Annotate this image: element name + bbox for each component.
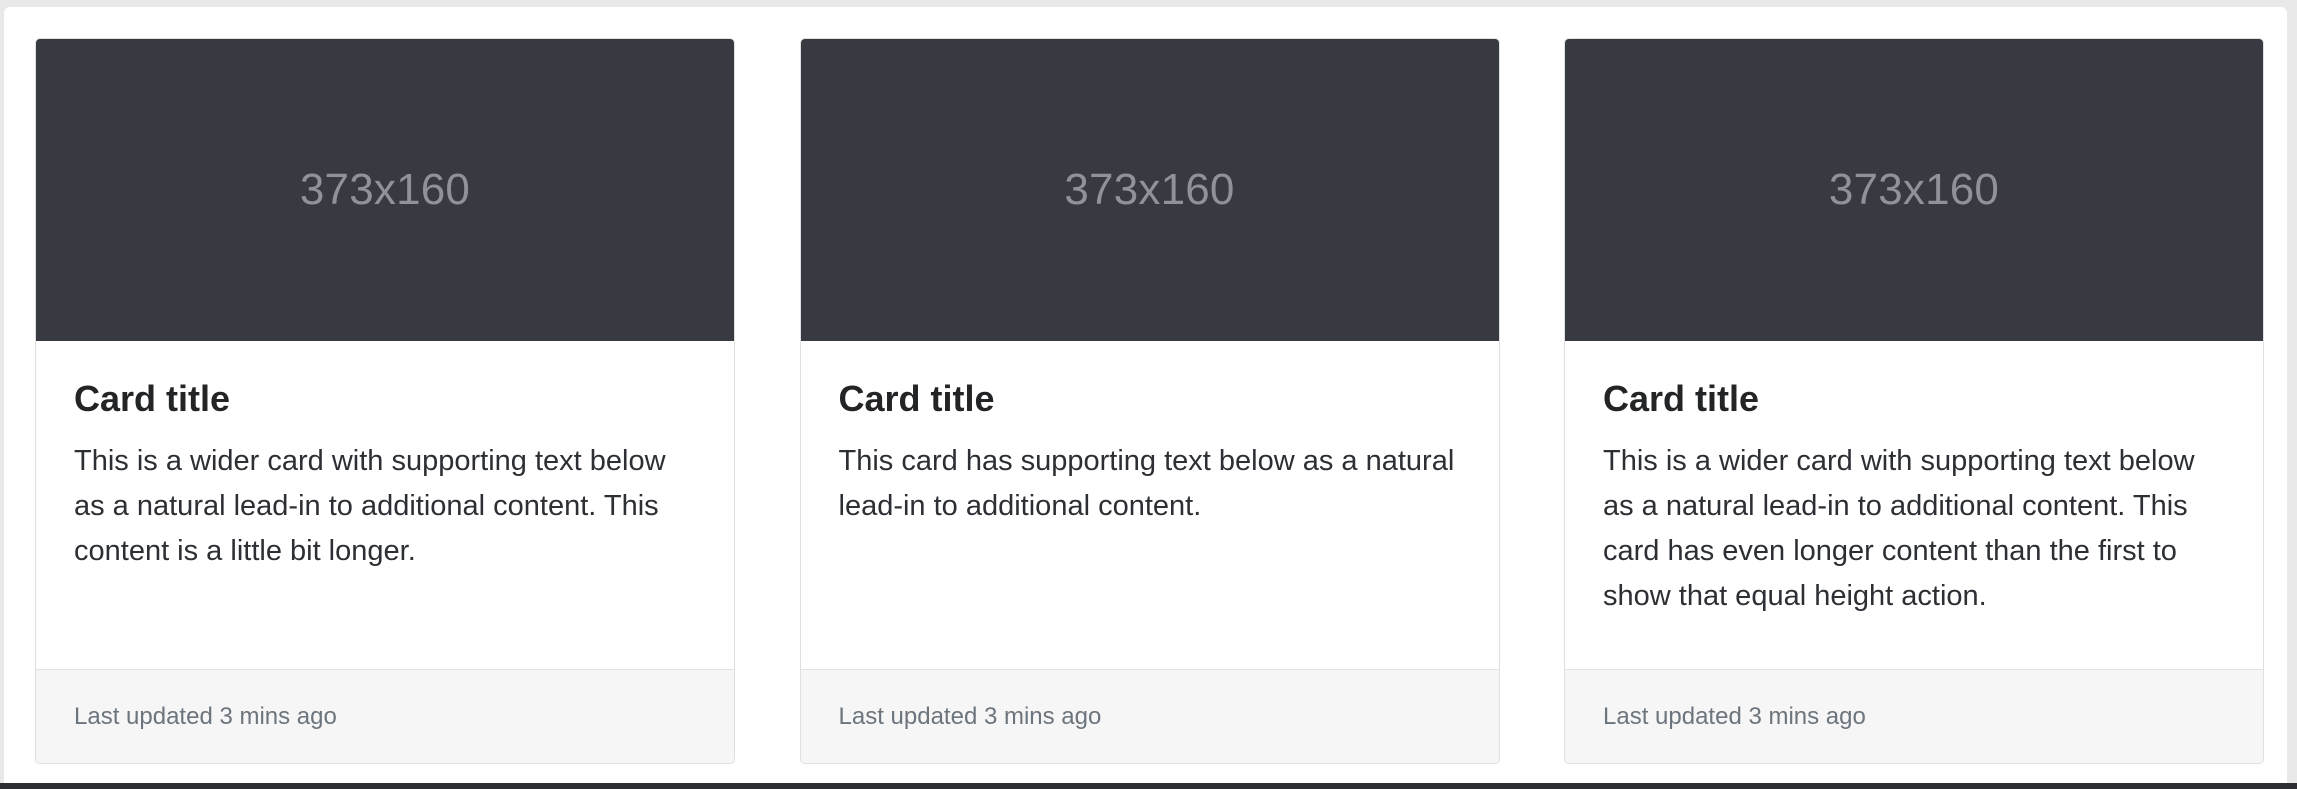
card-title: Card title bbox=[838, 378, 995, 419]
card-body: Card title This is a wider card with sup… bbox=[1565, 341, 2263, 669]
card: 373x160 Card title This is a wider card … bbox=[1564, 38, 2264, 764]
card-footer: Last updated 3 mins ago bbox=[1565, 669, 2263, 763]
image-size-label: 373x160 bbox=[1828, 165, 2000, 214]
card-text: This is a wider card with supporting tex… bbox=[1603, 444, 2195, 612]
card-image-placeholder: 373x160 bbox=[36, 39, 734, 341]
card-body: Card title This is a wider card with sup… bbox=[36, 341, 734, 669]
card-text: This card has supporting text below as a… bbox=[838, 444, 1455, 522]
last-updated-text: Last updated 3 mins ago bbox=[838, 702, 1102, 730]
card-footer: Last updated 3 mins ago bbox=[800, 669, 1499, 763]
card-deck: 373x160 Card title This is a wider card … bbox=[35, 38, 2264, 764]
window-frame: 373x160 Card title This is a wider card … bbox=[0, 0, 2297, 789]
card-text: This is a wider card with supporting tex… bbox=[74, 444, 666, 567]
card-title: Card title bbox=[74, 378, 231, 419]
image-size-label: 373x160 bbox=[299, 165, 471, 214]
card-body: Card title This card has supporting text… bbox=[801, 341, 1499, 669]
bottom-edge-bar bbox=[0, 783, 2297, 789]
content-panel: 373x160 Card title This is a wider card … bbox=[4, 7, 2287, 783]
card-title: Card title bbox=[1603, 378, 1760, 419]
card-image-placeholder: 373x160 bbox=[1565, 39, 2263, 341]
last-updated-text: Last updated 3 mins ago bbox=[74, 702, 337, 730]
card-image-placeholder: 373x160 bbox=[800, 39, 1499, 341]
last-updated-text: Last updated 3 mins ago bbox=[1603, 702, 1866, 730]
card-footer: Last updated 3 mins ago bbox=[36, 669, 734, 763]
card: 373x160 Card title This is a wider card … bbox=[35, 38, 735, 764]
card: 373x160 Card title This card has support… bbox=[799, 38, 1500, 764]
image-size-label: 373x160 bbox=[1064, 165, 1235, 214]
